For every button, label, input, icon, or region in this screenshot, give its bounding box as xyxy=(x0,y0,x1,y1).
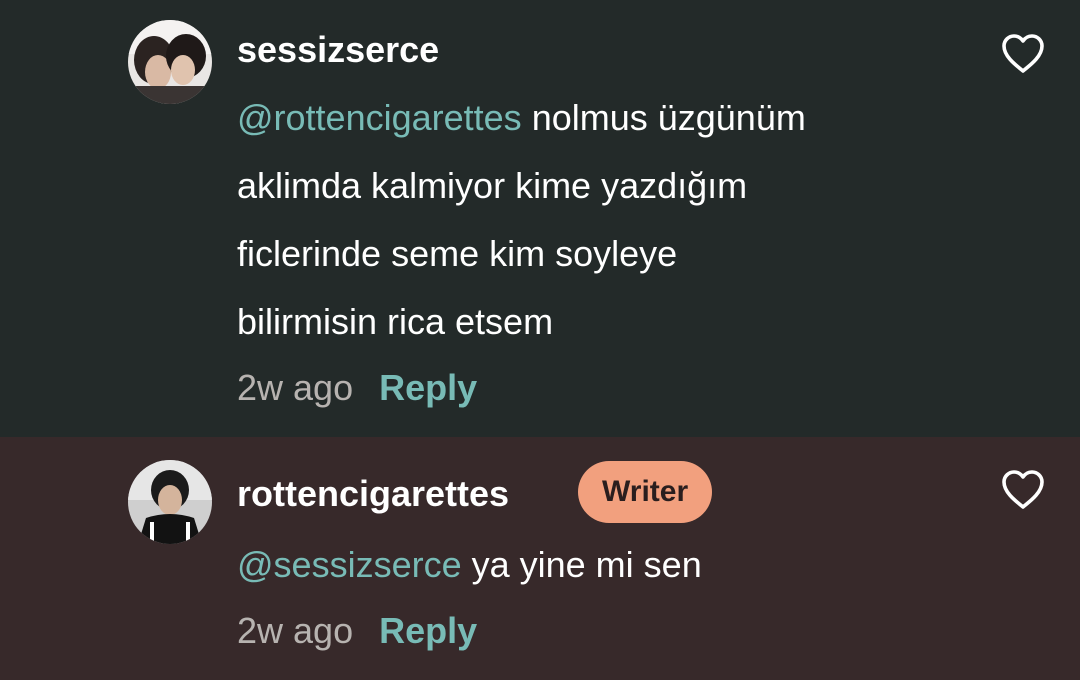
comment-username[interactable]: sessizserce xyxy=(237,32,439,68)
reply-button[interactable]: Reply xyxy=(379,367,477,408)
timestamp: 2w ago xyxy=(237,367,354,408)
comment-username[interactable]: rottencigarettes xyxy=(237,476,509,512)
comment-meta: 2w ago Reply xyxy=(237,370,477,406)
avatar-photo xyxy=(128,460,212,544)
heart-outline-icon[interactable] xyxy=(1000,469,1046,511)
comment-text: ya yine mi sen xyxy=(461,544,702,585)
comment-body-line-3: ficlerinde seme kim soyleye xyxy=(237,233,678,274)
comment-rottencigarettes: rottencigarettes Writer @sessizserce ya … xyxy=(0,437,1080,680)
comment-meta: 2w ago Reply xyxy=(237,613,477,649)
reply-button[interactable]: Reply xyxy=(379,610,477,651)
comment-body-line-1: @sessizserce ya yine mi sen xyxy=(237,531,937,599)
comment-body-line-2: aklimda kalmiyor kime yazdığım xyxy=(237,165,748,206)
avatar[interactable] xyxy=(128,460,212,544)
writer-badge: Writer xyxy=(578,461,713,523)
comment-text: nolmus üzgünüm xyxy=(521,97,806,138)
comment-body: @sessizserce ya yine mi sen xyxy=(237,531,937,599)
mention-link[interactable]: @rottencigarettes xyxy=(237,97,522,138)
comment-body: @rottencigarettes nolmus üzgünüm aklimda… xyxy=(237,84,937,356)
heart-outline-icon[interactable] xyxy=(1000,33,1046,75)
timestamp: 2w ago xyxy=(237,610,354,651)
comment-sessizserce: sessizserce @rottencigarettes nolmus üzg… xyxy=(0,0,1080,437)
comment-body-line-1: @rottencigarettes nolmus üzgünüm xyxy=(237,84,937,152)
mention-link[interactable]: @sessizserce xyxy=(237,544,462,585)
avatar[interactable] xyxy=(128,20,212,104)
avatar-photo xyxy=(128,20,212,104)
comment-body-line-4: bilirmisin rica etsem xyxy=(237,301,554,342)
